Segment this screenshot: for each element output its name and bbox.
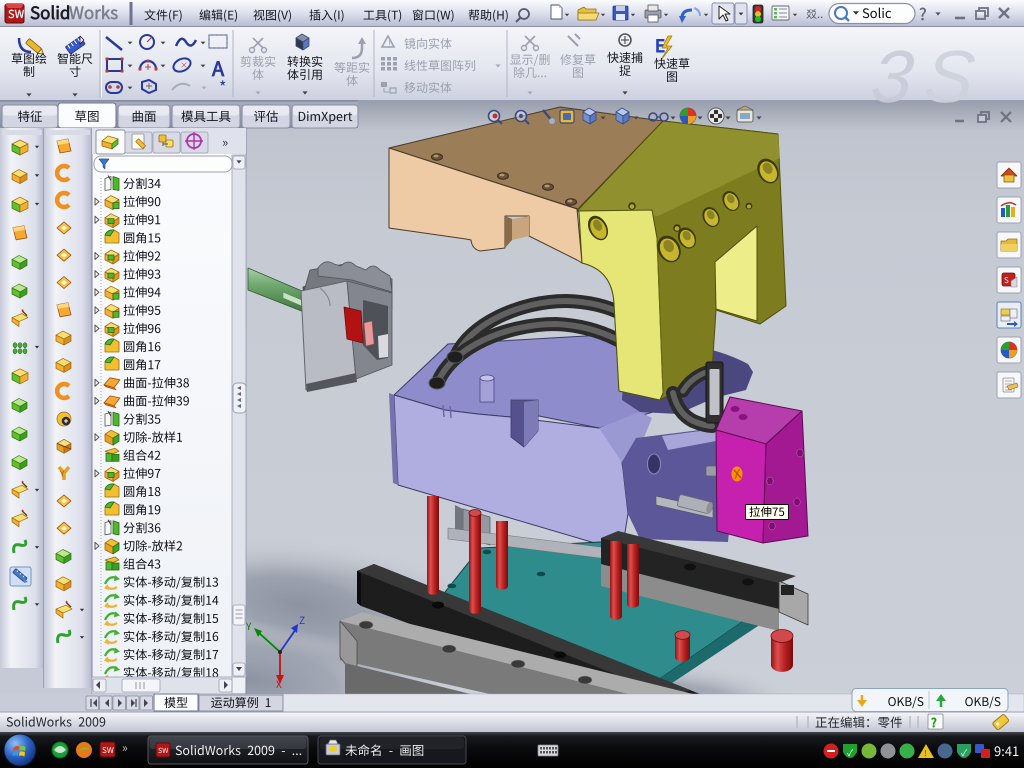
svg-text:3: 3 [868,35,918,118]
svg-text:S: S [921,35,979,118]
